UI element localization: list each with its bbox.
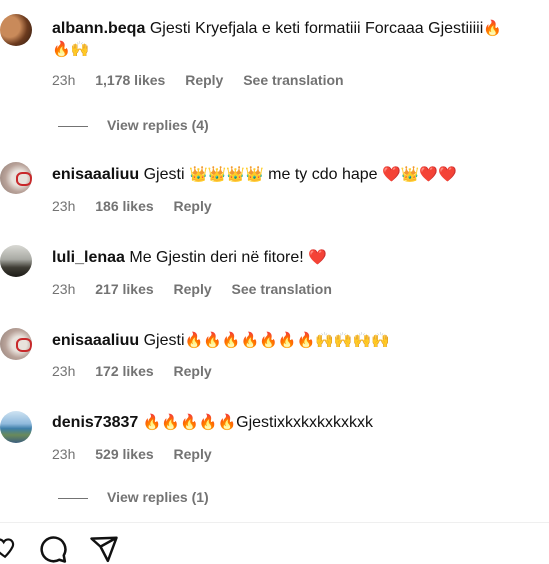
likes-count[interactable]: 217 likes bbox=[95, 281, 153, 297]
comment-username[interactable]: luli_lenaa bbox=[52, 249, 125, 266]
reply-button[interactable]: Reply bbox=[174, 281, 212, 297]
section-divider bbox=[0, 522, 549, 523]
likes-count[interactable]: 1,178 likes bbox=[95, 72, 165, 88]
fire-emoji: 🔥 bbox=[483, 19, 502, 37]
comment-text: Gjesti Kryefjala e keti formatiii Forcaa… bbox=[149, 20, 484, 37]
comment-text-middle: me ty cdo hape bbox=[268, 166, 378, 183]
replies-divider bbox=[58, 125, 88, 127]
comment-meta: 23h 172 likes Reply bbox=[52, 363, 228, 379]
reply-button[interactable]: Reply bbox=[174, 198, 212, 214]
fire-emojis: 🔥🔥🔥🔥🔥 bbox=[142, 413, 237, 431]
comment-username[interactable]: denis73837 bbox=[52, 414, 138, 431]
avatar[interactable] bbox=[0, 14, 32, 46]
comment-time: 23h bbox=[52, 198, 76, 214]
comment-username[interactable]: enisaaaliuu bbox=[52, 166, 139, 183]
comment-text-line-1: albann.beqa Gjesti Kryefjala e keti form… bbox=[52, 18, 502, 39]
reply-button[interactable]: Reply bbox=[174, 446, 212, 462]
comment-meta: 23h 1,178 likes Reply See translation bbox=[52, 72, 360, 88]
comment-text: Gjesti bbox=[143, 166, 185, 183]
comment-time: 23h bbox=[52, 363, 76, 379]
heart-icon[interactable] bbox=[0, 534, 18, 560]
view-replies-label: View replies (4) bbox=[107, 117, 209, 133]
share-icon[interactable] bbox=[89, 534, 119, 564]
heart-crown-emojis: ❤️👑❤️❤️ bbox=[382, 165, 457, 183]
likes-count[interactable]: 172 likes bbox=[95, 363, 153, 379]
crown-emojis: 👑👑👑👑 bbox=[188, 165, 264, 183]
comment-meta: 23h 217 likes Reply See translation bbox=[52, 281, 348, 297]
avatar[interactable] bbox=[0, 328, 32, 360]
comment-meta: 23h 186 likes Reply bbox=[52, 198, 228, 214]
likes-count[interactable]: 529 likes bbox=[95, 446, 153, 462]
likes-count[interactable]: 186 likes bbox=[95, 198, 153, 214]
reply-button[interactable]: Reply bbox=[185, 72, 223, 88]
replies-divider bbox=[58, 497, 88, 499]
fire-hands-emojis: 🔥🔥🔥🔥🔥🔥🔥🙌🙌🙌🙌 bbox=[184, 331, 390, 349]
comment-text-line-1: denis73837 🔥🔥🔥🔥🔥Gjestixkxkxkxkxkxk bbox=[52, 412, 373, 433]
comment-text: Me Gjestin deri në fitore! bbox=[129, 249, 304, 266]
comment-icon[interactable] bbox=[38, 534, 68, 564]
avatar[interactable] bbox=[0, 162, 32, 194]
action-bar bbox=[0, 534, 200, 563]
comment-text: Gjestixkxkxkxkxkxk bbox=[236, 414, 374, 431]
comment-text-line-1: luli_lenaa Me Gjestin deri në fitore! ❤️ bbox=[52, 247, 327, 268]
comment-text-line-1: enisaaaliuu Gjesti 👑👑👑👑 me ty cdo hape ❤… bbox=[52, 164, 457, 185]
heart-emoji: ❤️ bbox=[308, 248, 327, 266]
view-replies-button[interactable]: View replies (1) bbox=[58, 489, 209, 505]
see-translation-button[interactable]: See translation bbox=[232, 281, 332, 297]
comment-meta: 23h 529 likes Reply bbox=[52, 446, 228, 462]
comment-time: 23h bbox=[52, 72, 76, 88]
see-translation-button[interactable]: See translation bbox=[243, 72, 343, 88]
avatar[interactable] bbox=[0, 411, 32, 443]
view-replies-button[interactable]: View replies (4) bbox=[58, 117, 209, 133]
comment-text: Gjesti bbox=[143, 332, 185, 349]
reply-button[interactable]: Reply bbox=[174, 363, 212, 379]
comment-text-line-1: enisaaaliuu Gjesti🔥🔥🔥🔥🔥🔥🔥🙌🙌🙌🙌 bbox=[52, 330, 390, 351]
comment-username[interactable]: albann.beqa bbox=[52, 20, 145, 37]
comment-time: 23h bbox=[52, 281, 76, 297]
comment-text-line-2: 🔥🙌 bbox=[52, 39, 89, 60]
comment-username[interactable]: enisaaaliuu bbox=[52, 332, 139, 349]
emoji-line: 🔥🙌 bbox=[52, 40, 90, 58]
avatar[interactable] bbox=[0, 245, 32, 277]
comment-time: 23h bbox=[52, 446, 76, 462]
view-replies-label: View replies (1) bbox=[107, 489, 209, 505]
